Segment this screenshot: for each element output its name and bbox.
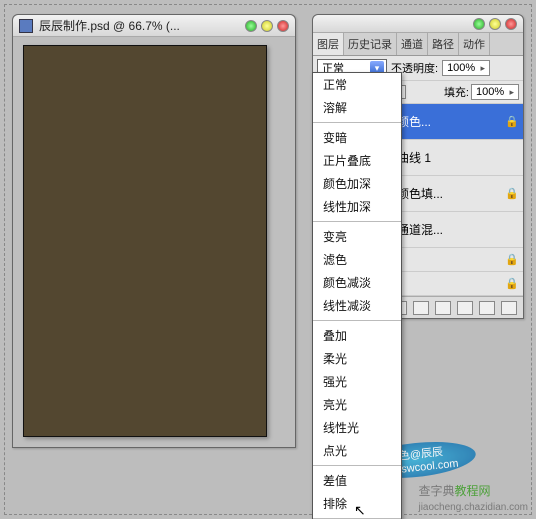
new-group-button[interactable]: [435, 301, 451, 315]
blend-menu-item[interactable]: 滤色: [313, 248, 401, 271]
new-adjustment-button[interactable]: [457, 301, 473, 315]
close-button[interactable]: [277, 20, 289, 32]
blend-menu-item[interactable]: 柔光: [313, 347, 401, 370]
workspace: 辰辰制作.psd @ 66.7% (... 图层 历史记录 通道 路径 动作: [0, 0, 536, 519]
footer-b: 教程网: [455, 484, 491, 498]
layer-name[interactable]: 通道混...: [397, 221, 519, 238]
tab-layers[interactable]: 图层: [313, 33, 344, 55]
blend-menu-item[interactable]: 正片叠底: [313, 149, 401, 172]
blend-menu-item[interactable]: 叠加: [313, 324, 401, 347]
fill-input[interactable]: 100% ▸: [471, 84, 519, 100]
lock-icon: 🔒: [505, 187, 519, 200]
blend-menu-item[interactable]: 强光: [313, 370, 401, 393]
panel-min-button[interactable]: [473, 18, 485, 30]
tab-history[interactable]: 历史记录: [344, 33, 397, 55]
footer-a: 查字典: [418, 484, 454, 498]
fill-label: 填充:: [444, 84, 469, 100]
caret-icon: ▸: [481, 63, 486, 74]
minimize-button[interactable]: [245, 20, 257, 32]
panel-max-button[interactable]: [489, 18, 501, 30]
blend-menu-item[interactable]: 差值: [313, 469, 401, 492]
blend-menu-item[interactable]: 正常: [313, 73, 401, 96]
blend-menu-item[interactable]: 颜色加深: [313, 172, 401, 195]
lock-icon: 🔒: [505, 253, 519, 266]
add-mask-button[interactable]: [413, 301, 429, 315]
document-title: 辰辰制作.psd @ 66.7% (...: [39, 17, 245, 34]
blend-menu-item[interactable]: 变暗: [313, 126, 401, 149]
blend-menu-item[interactable]: 点光: [313, 439, 401, 462]
delete-layer-button[interactable]: [501, 301, 517, 315]
blend-menu-item[interactable]: 溶解: [313, 96, 401, 119]
lock-icon: 🔒: [505, 115, 519, 128]
layer-name[interactable]: 颜色填...: [397, 185, 499, 202]
menu-separator: [313, 465, 401, 466]
tab-actions[interactable]: 动作: [459, 33, 490, 55]
layer-name[interactable]: 颜色...: [397, 113, 499, 130]
maximize-button[interactable]: [261, 20, 273, 32]
new-layer-button[interactable]: [479, 301, 495, 315]
panel-tabs: 图层 历史记录 通道 路径 动作: [313, 33, 523, 56]
blend-menu-item[interactable]: 亮光: [313, 393, 401, 416]
blend-menu-item[interactable]: 线性光: [313, 416, 401, 439]
tab-channels[interactable]: 通道: [397, 33, 428, 55]
opacity-value: 100%: [447, 62, 475, 74]
menu-separator: [313, 221, 401, 222]
footer-url: jiaocheng.chazidian.com: [418, 502, 528, 513]
footer-watermark: 查字典教程网 jiaocheng.chazidian.com: [418, 482, 528, 513]
canvas[interactable]: [23, 45, 267, 437]
panel-titlebar[interactable]: [313, 15, 523, 33]
lock-icon: 🔒: [505, 277, 519, 290]
blend-menu-item[interactable]: 变亮: [313, 225, 401, 248]
blend-menu-item[interactable]: 线性减淡: [313, 294, 401, 317]
layer-name[interactable]: 曲线 1: [397, 149, 519, 166]
fill-value: 100%: [476, 86, 504, 98]
canvas-viewport[interactable]: [13, 37, 295, 447]
blend-menu-item[interactable]: 颜色减淡: [313, 271, 401, 294]
blend-menu-item[interactable]: 线性加深: [313, 195, 401, 218]
document-window: 辰辰制作.psd @ 66.7% (...: [12, 14, 296, 448]
menu-separator: [313, 320, 401, 321]
app-file-icon: [19, 19, 33, 33]
blend-menu-item[interactable]: 排除: [313, 492, 401, 515]
caret-icon: ▸: [509, 87, 514, 98]
blend-mode-menu[interactable]: 正常溶解变暗正片叠底颜色加深线性加深变亮滤色颜色减淡线性减淡叠加柔光强光亮光线性…: [312, 72, 402, 519]
document-titlebar[interactable]: 辰辰制作.psd @ 66.7% (...: [13, 15, 295, 37]
panel-close-button[interactable]: [505, 18, 517, 30]
opacity-input[interactable]: 100% ▸: [442, 60, 490, 76]
tab-paths[interactable]: 路径: [428, 33, 459, 55]
menu-separator: [313, 122, 401, 123]
